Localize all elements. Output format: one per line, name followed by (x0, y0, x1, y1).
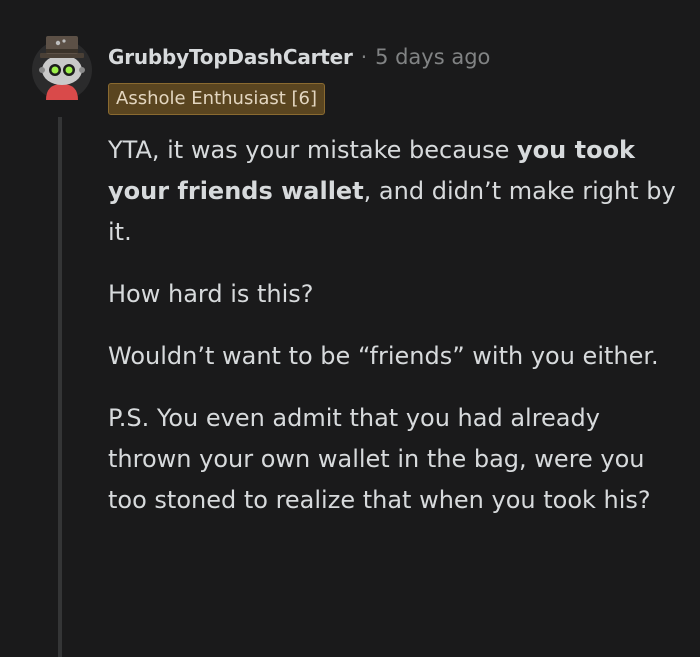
comment-paragraph: Wouldn’t want to be “friends” with you e… (108, 342, 659, 370)
thread-collapse-line[interactable] (58, 117, 62, 657)
user-avatar[interactable] (30, 30, 94, 102)
comment-meta: GrubbyTopDashCarter · 5 days ago (108, 40, 490, 74)
comment-paragraph: P.S. You even admit that you had already… (108, 404, 651, 514)
comment-paragraph: YTA, it was your mistake because you too… (108, 130, 678, 253)
snoo-avatar-icon (32, 36, 92, 100)
username-link[interactable]: GrubbyTopDashCarter (108, 45, 353, 69)
comment-paragraph: How hard is this? (108, 280, 314, 308)
comment: GrubbyTopDashCarter · 5 days ago Asshole… (0, 0, 700, 657)
comment-body: YTA, it was your mistake because you too… (108, 130, 678, 542)
paragraph-text: YTA, it was your mistake because (108, 136, 518, 164)
comment-timestamp[interactable]: 5 days ago (375, 45, 490, 69)
meta-separator: · (360, 45, 368, 69)
user-flair: Asshole Enthusiast [6] (108, 83, 326, 115)
